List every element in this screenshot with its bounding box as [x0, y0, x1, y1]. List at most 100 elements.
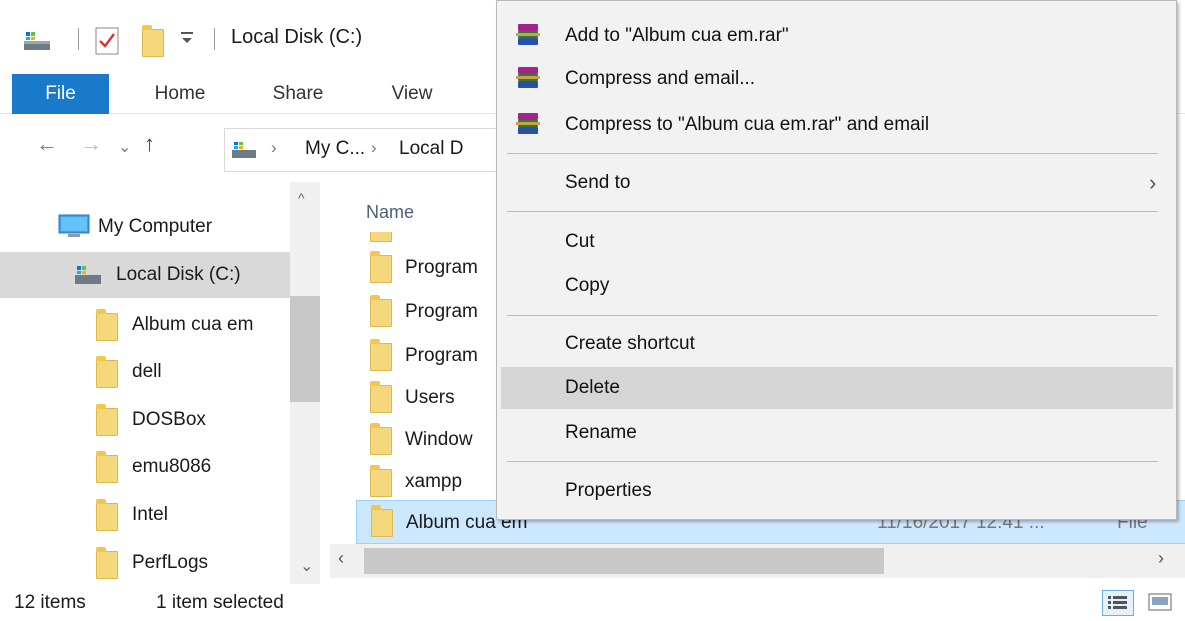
- folder-icon: [96, 309, 118, 341]
- folder-icon: [96, 356, 118, 388]
- file-name: Program: [405, 345, 478, 366]
- scroll-left-arrow-icon[interactable]: ‹: [338, 548, 344, 569]
- breadcrumb-local-disk[interactable]: Local D: [399, 138, 463, 160]
- breadcrumb-chevron-icon: ›: [371, 138, 377, 157]
- tab-view[interactable]: View: [372, 74, 452, 114]
- folder-icon: [370, 232, 392, 242]
- menu-item-label: Add to "Album cua em.rar": [565, 25, 789, 46]
- menu-item-label: Create shortcut: [565, 333, 695, 354]
- winrar-icon: [516, 67, 540, 88]
- back-arrow-icon[interactable]: ←: [36, 131, 58, 157]
- menu-item-label: Send to: [565, 172, 631, 193]
- menu-item-create-shortcut[interactable]: Create shortcut: [501, 323, 1173, 365]
- status-bar: 12 items 1 item selected: [0, 584, 1185, 621]
- drive-icon: [22, 30, 52, 52]
- nav-item-my-computer[interactable]: My Computer: [0, 204, 290, 250]
- scroll-up-arrow-icon[interactable]: ^: [298, 190, 305, 206]
- breadcrumb-my-computer[interactable]: My C...: [305, 138, 365, 160]
- window-title: Local Disk (C:): [231, 26, 363, 48]
- nav-item-label: DOSBox: [132, 409, 206, 430]
- submenu-chevron-icon: ›: [1149, 170, 1157, 195]
- customize-toolbar-chevron-icon[interactable]: [180, 26, 194, 53]
- navigation-pane: My Computer Local Disk (C:) Album cua em…: [0, 182, 320, 584]
- nav-item-intel[interactable]: Intel: [0, 492, 290, 538]
- horizontal-scrollbar-thumb[interactable]: [364, 548, 884, 574]
- winrar-icon: [516, 113, 540, 134]
- folder-icon: [96, 451, 118, 483]
- column-header-name[interactable]: Name: [366, 202, 414, 223]
- nav-item-label: PerfLogs: [132, 552, 209, 573]
- nav-item-label: Local Disk (C:): [116, 264, 241, 285]
- nav-item-dosbox[interactable]: DOSBox: [0, 397, 290, 443]
- properties-icon[interactable]: [95, 27, 119, 55]
- nav-item-emu8086[interactable]: emu8086: [0, 444, 290, 490]
- menu-separator: [507, 211, 1158, 212]
- title-separator: [214, 28, 215, 50]
- menu-item-compress-and-email[interactable]: Compress and email...: [501, 58, 1173, 100]
- forward-arrow-icon[interactable]: →: [80, 131, 102, 157]
- nav-item-perflogs[interactable]: PerfLogs: [0, 540, 290, 584]
- folder-icon: [370, 295, 392, 327]
- context-menu: Add to "Album cua em.rar" Compress and e…: [496, 0, 1177, 520]
- folder-icon: [370, 251, 392, 283]
- folder-icon: [96, 499, 118, 531]
- computer-icon: [58, 214, 90, 240]
- new-folder-icon[interactable]: [140, 25, 168, 57]
- menu-item-copy[interactable]: Copy: [501, 265, 1173, 307]
- file-name: Users: [405, 387, 455, 408]
- menu-item-compress-to-archive-and-email[interactable]: Compress to "Album cua em.rar" and email: [501, 104, 1173, 146]
- title-separator: [78, 28, 79, 50]
- menu-item-send-to[interactable]: Send to ›: [501, 162, 1173, 204]
- nav-item-label: Intel: [132, 504, 168, 525]
- menu-item-label: Copy: [565, 275, 610, 296]
- menu-separator: [507, 461, 1158, 462]
- menu-item-label: Compress to "Album cua em.rar" and email: [565, 114, 930, 135]
- folder-icon: [370, 465, 392, 497]
- menu-item-rename[interactable]: Rename: [501, 412, 1173, 454]
- menu-item-label: Delete: [565, 377, 620, 398]
- scroll-right-arrow-icon[interactable]: ›: [1158, 548, 1164, 569]
- details-view-icon[interactable]: [1102, 590, 1134, 616]
- nav-item-label: dell: [132, 361, 162, 382]
- menu-item-delete[interactable]: Delete: [501, 367, 1173, 409]
- up-arrow-icon[interactable]: ↑: [144, 131, 155, 157]
- menu-item-label: Properties: [565, 480, 652, 501]
- folder-icon: [370, 339, 392, 371]
- winrar-icon: [516, 24, 540, 45]
- drive-icon: [231, 140, 257, 160]
- folder-icon: [370, 423, 392, 455]
- folder-icon: [370, 381, 392, 413]
- nav-item-album-cua-em[interactable]: Album cua em: [0, 302, 290, 348]
- menu-item-add-to-archive[interactable]: Add to "Album cua em.rar": [501, 15, 1173, 57]
- file-name: xampp: [405, 471, 463, 492]
- breadcrumb-chevron-icon: ›: [271, 138, 277, 157]
- tab-share[interactable]: Share: [258, 74, 338, 114]
- file-name: Window: [405, 429, 473, 450]
- status-item-count: 12 items: [14, 592, 86, 613]
- nav-item-local-disk[interactable]: Local Disk (C:): [0, 252, 290, 298]
- drive-icon: [74, 264, 102, 286]
- nav-item-label: Album cua em: [132, 314, 254, 335]
- folder-icon: [371, 505, 393, 537]
- menu-item-properties[interactable]: Properties: [501, 470, 1173, 512]
- menu-item-cut[interactable]: Cut: [501, 221, 1173, 263]
- nav-item-label: emu8086: [132, 456, 212, 477]
- menu-separator: [507, 153, 1158, 154]
- nav-pane-scrollbar-thumb[interactable]: [290, 296, 320, 402]
- large-icons-view-icon[interactable]: [1146, 590, 1176, 616]
- folder-icon: [96, 404, 118, 436]
- menu-item-label: Compress and email...: [565, 68, 756, 89]
- recent-locations-chevron-icon[interactable]: ⌄: [118, 137, 131, 157]
- scroll-down-arrow-icon[interactable]: ⌄: [300, 556, 313, 576]
- menu-item-label: Cut: [565, 231, 595, 252]
- status-selected-count: 1 item selected: [156, 592, 284, 613]
- file-name: Program: [405, 257, 478, 278]
- menu-item-label: Rename: [565, 422, 637, 443]
- tab-home[interactable]: Home: [140, 74, 220, 114]
- menu-separator: [507, 315, 1158, 316]
- nav-item-dell[interactable]: dell: [0, 349, 290, 395]
- nav-item-label: My Computer: [98, 216, 213, 237]
- folder-icon: [96, 547, 118, 579]
- file-name: Program: [405, 301, 478, 322]
- tab-file[interactable]: File: [12, 74, 109, 114]
